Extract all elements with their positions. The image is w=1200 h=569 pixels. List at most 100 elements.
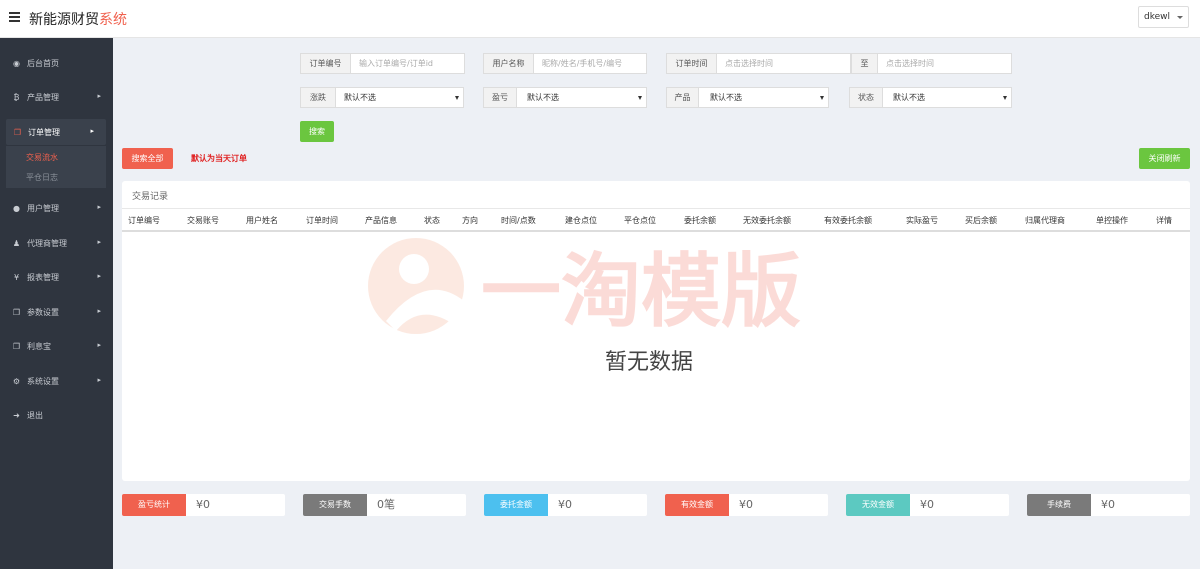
column-header[interactable]: 实际盈亏 — [906, 215, 938, 226]
column-header[interactable]: 无效委托余额 — [743, 215, 791, 226]
column-header[interactable]: 建仓点位 — [565, 215, 597, 226]
chevron-right-icon: ▸ — [97, 203, 101, 211]
username-field[interactable]: 用户名称 昵称/姓名/手机号/编号 — [483, 53, 647, 74]
toggle-refresh-button[interactable]: 关闭刷新 — [1139, 148, 1190, 169]
stat-profit-loss: 盈亏统计 ¥0 — [122, 494, 285, 516]
product-select[interactable]: 产品 默认不选 — [666, 87, 829, 108]
watermark-logo: 一淘模版 — [368, 238, 801, 338]
watermark-text: 一淘模版 — [481, 245, 801, 338]
sidebar-item-label: 产品管理 — [27, 93, 59, 102]
logout-icon: ➜ — [13, 411, 20, 420]
column-header[interactable]: 归属代理商 — [1025, 215, 1065, 226]
stat-value: ¥0 — [196, 498, 210, 511]
user-icon: ● — [13, 204, 20, 213]
sidebar-item-home[interactable]: ◉ 后台首页 — [0, 50, 113, 76]
sidebar-item-agents[interactable]: ♟ 代理商管理 ▸ — [0, 230, 113, 256]
caret-down-icon — [820, 96, 824, 100]
watermark-emblem-dot — [399, 254, 429, 284]
column-header[interactable]: 单控操作 — [1096, 215, 1128, 226]
chevron-right-icon: ▸ — [97, 92, 101, 100]
search-button[interactable]: 搜索 — [300, 121, 334, 142]
stat-label: 交易手数 — [303, 494, 367, 516]
column-header[interactable]: 买后余额 — [965, 215, 997, 226]
sidebar-item-params[interactable]: ❐ 参数设置 ▸ — [0, 299, 113, 325]
menu-toggle-icon[interactable] — [9, 12, 20, 22]
user-menu[interactable]: dkewl — [1137, 6, 1189, 28]
sidebar-item-logout[interactable]: ➜ 退出 — [0, 402, 113, 428]
sidebar-item-reports[interactable]: ¥ 报表管理 ▸ — [0, 264, 113, 290]
files-icon: ❐ — [12, 342, 21, 351]
username-placeholder: 昵称/姓名/手机号/编号 — [542, 59, 623, 68]
sidebar-item-label: 报表管理 — [27, 273, 59, 282]
submenu-item-trade-flow[interactable]: 交易流水 — [26, 152, 58, 163]
order-submenu: 交易流水 平仓日志 — [6, 146, 106, 188]
sidebar-item-interest[interactable]: ❐ 利息宝 ▸ — [0, 333, 113, 359]
profit-loss-select[interactable]: 盈亏 默认不选 — [483, 87, 647, 108]
order-no-placeholder: 输入订单编号/订单id — [359, 59, 433, 68]
stat-valid-amount: 有效金额 ¥0 — [665, 494, 828, 516]
order-no-label: 订单编号 — [301, 54, 351, 73]
trade-records-panel: 交易记录 订单编号 交易账号 用户姓名 订单时间 产品信息 状态 方向 时间/点… — [122, 181, 1190, 481]
stat-value: ¥0 — [558, 498, 572, 511]
sidebar-item-users[interactable]: ● 用户管理 ▸ — [0, 195, 113, 221]
sidebar-item-products[interactable]: ₿ 产品管理 ▸ — [0, 84, 113, 110]
files-icon: ❐ — [12, 308, 21, 317]
sidebar-item-label: 退出 — [27, 411, 43, 420]
username-label: 用户名称 — [484, 54, 534, 73]
column-header[interactable]: 产品信息 — [365, 215, 397, 226]
empty-state-text: 暂无数据 — [605, 350, 694, 375]
sidebar-item-label: 系统设置 — [27, 377, 59, 386]
column-header[interactable]: 订单编号 — [128, 215, 160, 226]
app-title-main: 新能源财贸 — [29, 12, 99, 28]
panel-title: 交易记录 — [132, 192, 169, 202]
order-time-to-label: 至 — [852, 54, 878, 73]
column-header[interactable]: 平仓点位 — [624, 215, 656, 226]
status-value: 默认不选 — [893, 93, 925, 102]
product-value: 默认不选 — [710, 93, 742, 102]
users-icon: ♟ — [12, 239, 21, 248]
order-no-field[interactable]: 订单编号 输入订单编号/订单id — [300, 53, 465, 74]
sidebar: ◉ 后台首页 ₿ 产品管理 ▸ 交易流水 平仓日志 ❐ 订单管理 ▸ ● 用户管理 ▸ ♟ 代理… — [0, 38, 113, 569]
column-header[interactable]: 详情 — [1156, 215, 1172, 226]
order-time-start-field[interactable]: 订单时间 点击选择时间 — [666, 53, 851, 74]
order-time-end-field[interactable]: 至 点击选择时间 — [851, 53, 1012, 74]
column-header[interactable]: 用户姓名 — [246, 215, 278, 226]
chevron-right-icon: ▸ — [97, 376, 101, 384]
column-header[interactable]: 时间/点数 — [501, 215, 536, 226]
search-all-button[interactable]: 搜索全部 — [122, 148, 173, 169]
column-header[interactable]: 方向 — [462, 215, 478, 226]
chevron-right-icon: ▸ — [97, 341, 101, 349]
chevron-right-icon: ▸ — [97, 272, 101, 280]
app-title: 新能源财贸系统 — [29, 9, 127, 29]
app-title-accent: 系统 — [99, 12, 127, 28]
stat-invalid-amount: 无效金额 ¥0 — [846, 494, 1009, 516]
stat-entrust-amount: 委托金额 ¥0 — [484, 494, 647, 516]
bitcoin-icon: ₿ — [13, 93, 20, 102]
caret-down-icon — [638, 96, 642, 100]
status-select[interactable]: 状态 默认不选 — [849, 87, 1012, 108]
stat-label: 无效金额 — [846, 494, 910, 516]
column-header[interactable]: 有效委托余额 — [824, 215, 872, 226]
rise-fall-label: 涨跌 — [301, 88, 336, 107]
sidebar-item-label: 参数设置 — [27, 308, 59, 317]
column-header[interactable]: 委托余额 — [684, 215, 716, 226]
column-header[interactable]: 交易账号 — [187, 215, 219, 226]
order-time-label: 订单时间 — [667, 54, 717, 73]
caret-down-icon — [1177, 16, 1183, 19]
sidebar-item-orders[interactable]: ❐ 订单管理 ▸ — [6, 119, 106, 145]
column-header[interactable]: 订单时间 — [306, 215, 338, 226]
caret-down-icon — [455, 96, 459, 100]
profit-loss-label: 盈亏 — [484, 88, 517, 107]
status-label: 状态 — [850, 88, 883, 107]
gears-icon: ⚙ — [12, 377, 21, 386]
order-time-start-placeholder: 点击选择时间 — [725, 59, 773, 68]
caret-down-icon — [1003, 96, 1007, 100]
order-time-end-placeholder: 点击选择时间 — [886, 59, 934, 68]
table-header: 订单编号 交易账号 用户姓名 订单时间 产品信息 状态 方向 时间/点数 建仓点… — [122, 208, 1190, 232]
stat-label: 盈亏统计 — [122, 494, 186, 516]
column-header[interactable]: 状态 — [424, 215, 440, 226]
rise-fall-select[interactable]: 涨跌 默认不选 — [300, 87, 464, 108]
sidebar-item-system[interactable]: ⚙ 系统设置 ▸ — [0, 368, 113, 394]
submenu-item-close-log[interactable]: 平仓日志 — [26, 172, 58, 183]
sidebar-item-label: 代理商管理 — [27, 239, 67, 248]
